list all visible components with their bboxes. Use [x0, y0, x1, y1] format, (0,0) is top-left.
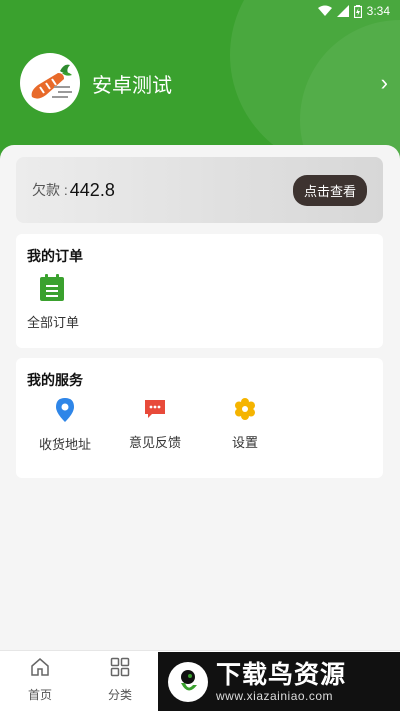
orders-card: 我的订单 全部订单: [16, 234, 383, 348]
clipboard-icon: [40, 274, 64, 301]
view-debt-button[interactable]: 点击查看: [292, 174, 367, 206]
watermark-banner: 下载鸟资源 www.xiazainiao.com: [158, 652, 400, 711]
battery-icon: [353, 4, 362, 18]
orders-title: 我的订单: [27, 248, 83, 264]
feedback-button[interactable]: 意见反馈: [110, 398, 200, 453]
tab-category[interactable]: 分类: [80, 651, 160, 711]
tab-category-label: 分类: [107, 688, 132, 702]
status-time: 3:34: [366, 4, 390, 18]
services-row: 收货地址 意见反馈 设置: [16, 398, 383, 453]
wifi-icon: [317, 5, 332, 16]
content-panel: 欠款 : 442.8 点击查看 我的订单 全部订单 我的服务 收货地址 意见反馈…: [0, 145, 400, 650]
feedback-label: 意见反馈: [128, 435, 181, 450]
grid-icon: [110, 657, 130, 677]
services-title: 我的服务: [27, 372, 83, 388]
username: 安卓测试: [92, 74, 172, 97]
all-orders-label: 全部订单: [27, 315, 80, 330]
avatar[interactable]: [20, 53, 80, 113]
settings-gear-icon: [235, 398, 255, 420]
feedback-icon: [145, 400, 165, 418]
signal-icon: [336, 5, 349, 17]
carrot-logo-icon: [31, 64, 72, 99]
status-bar: 3:34: [0, 0, 400, 22]
chevron-right-icon[interactable]: ›: [381, 70, 388, 96]
bird-logo-icon: [168, 661, 208, 702]
settings-button[interactable]: 设置: [200, 398, 290, 453]
services-card: 我的服务 收货地址 意见反馈 设置: [16, 358, 383, 478]
settings-label: 设置: [231, 435, 258, 450]
home-icon: [31, 658, 49, 676]
location-pin-icon: [56, 398, 74, 422]
watermark-url: www.xiazainiao.com: [216, 688, 334, 703]
debt-amount: 442.8: [69, 179, 115, 200]
shipping-address-button[interactable]: 收货地址: [20, 398, 110, 453]
profile-row[interactable]: 安卓测试 ›: [20, 52, 390, 114]
watermark-text: 下载鸟资源 www.xiazainiao.com: [216, 661, 346, 703]
shipping-address-label: 收货地址: [38, 437, 91, 452]
debt-card: 欠款 : 442.8 点击查看: [16, 157, 383, 223]
debt-label: 欠款 :: [32, 182, 68, 198]
tab-home[interactable]: 首页: [0, 651, 80, 711]
watermark-title: 下载鸟资源: [216, 660, 347, 689]
tab-home-label: 首页: [27, 688, 52, 702]
all-orders-button[interactable]: 全部订单: [27, 274, 79, 331]
